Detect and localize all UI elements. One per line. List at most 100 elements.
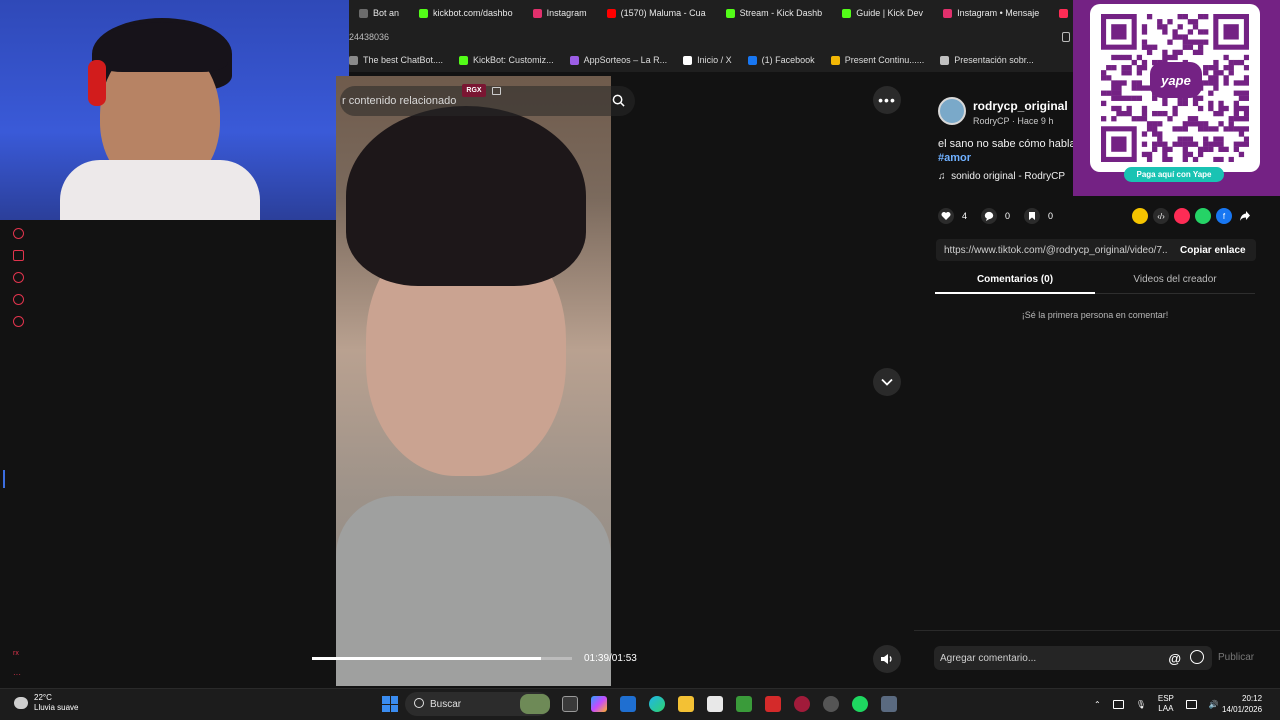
next-video-button[interactable] (873, 368, 901, 396)
settings-gear-icon[interactable] (881, 696, 897, 712)
related-search-input[interactable]: r contenido relacionado (340, 86, 635, 116)
share-arrow-icon[interactable] (1237, 208, 1253, 224)
clock-icon[interactable] (13, 272, 24, 283)
video-progress-fill (312, 657, 541, 660)
coin-icon[interactable] (1132, 208, 1148, 224)
empty-comments-message: ¡Sé la primera persona en comentar! (1021, 310, 1169, 320)
wps-icon[interactable] (765, 696, 781, 712)
bookmark-item[interactable]: AppSorteos – La R... (569, 55, 668, 65)
emoji-icon[interactable] (1190, 650, 1204, 664)
browser-tab[interactable]: Instagram • Mensaje (933, 0, 1049, 26)
browser-tab[interactable]: Instagram (523, 0, 597, 26)
facebook-icon[interactable]: f (1216, 208, 1232, 224)
save-count: 0 (1048, 211, 1054, 221)
rgx-mini-icon[interactable]: rx (13, 650, 27, 661)
comment-count: 0 (1005, 211, 1011, 221)
whatsapp-icon[interactable] (1195, 208, 1211, 224)
browser-tab[interactable]: (1570) Maluma - Cua (597, 0, 716, 26)
tab-favicon-icon (1059, 8, 1069, 18)
webcam-overlay (0, 0, 349, 220)
username[interactable]: rodrycp_original (973, 99, 1068, 113)
save-button[interactable]: 0 (1024, 208, 1053, 224)
tab-label: Stream - Kick Dashb (739, 8, 823, 18)
scroll-indicator (3, 470, 5, 488)
yape-logo: yape (1150, 62, 1202, 98)
pin-icon[interactable] (1062, 32, 1070, 42)
yape-pay-label: Paga aquí con Yape (1124, 167, 1224, 182)
browser-tab[interactable]: Guide | Kick Dev (832, 0, 933, 26)
search-highlight-icon[interactable] (520, 694, 550, 714)
video-time: 01:39/01:53 (584, 653, 637, 664)
bookmark-item[interactable]: Presentación sobr... (940, 55, 1034, 65)
video-progress-bar[interactable] (312, 657, 572, 660)
volume-button[interactable] (873, 645, 901, 673)
language-indicator[interactable]: ESP LAA (1158, 694, 1174, 714)
weather-widget[interactable]: 22°C Lluvia suave (14, 693, 78, 713)
speaker-icon (881, 654, 892, 664)
webcam-fringe (96, 22, 228, 72)
more-mini-icon[interactable]: ··· (13, 670, 27, 681)
search-placeholder: r contenido relacionado (342, 95, 457, 107)
taskbar-search-label: Buscar (430, 698, 462, 710)
bookmark-favicon-icon (569, 55, 579, 65)
store-icon[interactable] (620, 696, 636, 712)
search-icon[interactable] (612, 94, 625, 107)
publish-button[interactable]: Publicar (1218, 652, 1254, 663)
spotify-icon[interactable] (852, 696, 868, 712)
browser-tab-bar: Bot an kickbot.com/dashbo Instagram (1570) … (349, 0, 1080, 26)
settings-icon[interactable] (13, 316, 24, 327)
embed-icon[interactable]: ‹/› (1153, 208, 1169, 224)
chevron-down-icon (881, 378, 893, 386)
video-player[interactable] (336, 76, 611, 686)
copilot-icon[interactable] (591, 696, 607, 712)
compass-icon[interactable] (13, 228, 24, 239)
browser-tab[interactable]: Stream - Kick Dashb (716, 0, 833, 26)
minecraft-icon[interactable] (736, 696, 752, 712)
rgx-badge[interactable]: RGX (462, 84, 486, 97)
share-link-url[interactable]: https://www.tiktok.com/@rodrycp_original… (936, 245, 1168, 256)
comment-button[interactable]: 0 (981, 208, 1010, 224)
tray-app-icon[interactable] (1112, 699, 1124, 709)
bookmark-label: Inicio / X (697, 55, 732, 65)
weather-desc: Lluvia suave (34, 703, 79, 712)
bookmark-favicon-icon (459, 55, 469, 65)
bookmark-favicon-icon (683, 55, 693, 65)
bookmark-icon[interactable] (13, 250, 24, 261)
bookmark-item[interactable]: KickBot: Customiz... (459, 55, 554, 65)
screen-icon[interactable] (492, 87, 501, 95)
mention-icon[interactable]: @ (1168, 651, 1181, 666)
like-button[interactable]: 4 (938, 208, 967, 224)
tab-creator-videos[interactable]: Videos del creador (1095, 274, 1255, 285)
microphone-icon[interactable]: 🎙 (1136, 700, 1146, 709)
folder-icon[interactable] (678, 696, 694, 712)
volume-tray-icon[interactable]: 🔊 (1209, 700, 1219, 709)
copy-link-button[interactable]: Copiar enlace (1168, 245, 1246, 256)
tab-comments[interactable]: Comentarios (0) (935, 274, 1095, 285)
bookmark-item[interactable]: Present Continu...... (830, 55, 924, 65)
task-view-icon[interactable] (562, 696, 578, 712)
bookmark-item[interactable]: Inicio / X (683, 55, 732, 65)
address-bar[interactable]: 24438036 (349, 26, 1080, 48)
chatgpt-icon[interactable] (823, 696, 839, 712)
more-options-button[interactable]: ••• (873, 86, 901, 114)
sound-link[interactable]: ♫ sonido original - RodryCP (938, 171, 1065, 182)
tray-chevron-icon[interactable]: ⌃ (1094, 700, 1101, 709)
taskbar-clock[interactable]: 20:12 14/01/2026 (1222, 693, 1262, 715)
puzzle-icon[interactable] (13, 294, 24, 305)
network-icon[interactable] (1185, 699, 1197, 709)
bookmark-item[interactable]: (1) Facebook (747, 55, 815, 65)
app-icon[interactable] (707, 696, 723, 712)
comment-input[interactable]: Agregar comentario... @ (934, 646, 1212, 670)
browser-tab[interactable]: kickbot.com/dashbo (409, 0, 523, 26)
bookmark-item[interactable]: The best ChatBot.... (349, 55, 443, 65)
browser-tab[interactable]: Bot an (349, 0, 409, 26)
edge-icon[interactable] (649, 696, 665, 712)
opera-gx-icon[interactable] (794, 696, 810, 712)
bookmark-label: AppSorteos – La R... (583, 55, 668, 65)
hashtag-link[interactable]: #amor (938, 152, 971, 164)
windows-start-icon[interactable] (382, 696, 398, 712)
avatar[interactable] (938, 97, 966, 125)
bookmarks-bar: The best ChatBot.... KickBot: Customiz...… (349, 48, 1080, 72)
tab-favicon-icon (725, 8, 735, 18)
send-icon[interactable] (1174, 208, 1190, 224)
